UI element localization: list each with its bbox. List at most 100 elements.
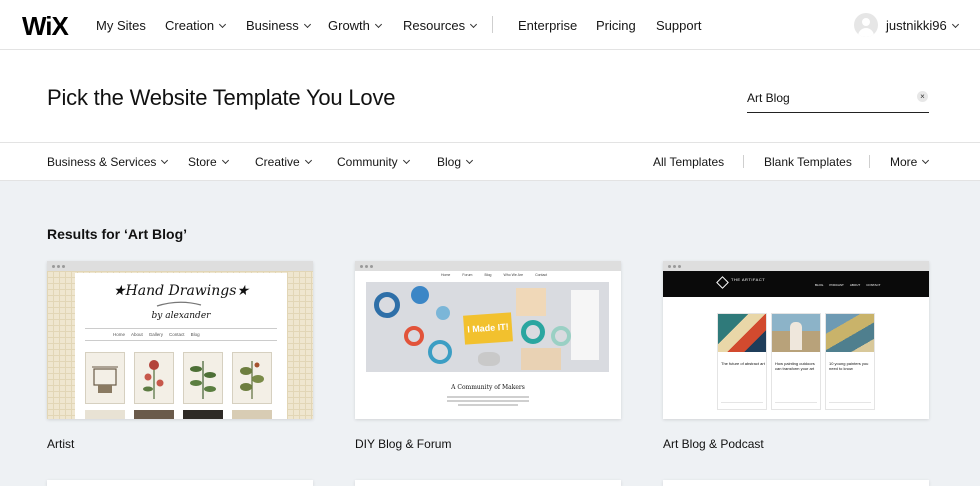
artwork-thumb: [134, 410, 174, 419]
post-title: How painting outdoors can transform your…: [775, 361, 815, 371]
paper-icon: [516, 288, 546, 316]
template-card-artist[interactable]: ★Hand Drawings★ by alexander Home About Ga…: [47, 261, 313, 451]
artwork-thumb: [134, 352, 174, 404]
button-icon: [411, 286, 429, 304]
results-heading: Results for ‘Art Blog’: [47, 226, 188, 242]
wix-logo[interactable]: WiX: [22, 11, 69, 42]
artwork-thumb: [232, 352, 272, 404]
painter-photo-image: [772, 314, 820, 352]
user-avatar-icon[interactable]: [854, 13, 878, 37]
browser-bar: [47, 261, 313, 271]
artwork-thumb: [85, 410, 125, 419]
text-line: [458, 404, 518, 406]
category-creative[interactable]: Creative: [255, 155, 312, 169]
chevron-down-icon: [922, 156, 930, 165]
category-business-services[interactable]: Business & Services: [47, 155, 169, 169]
divider: [85, 340, 277, 341]
blog-post-card: How painting outdoors can transform your…: [771, 313, 821, 410]
tape-roll-icon: [404, 326, 424, 346]
person-icon: [790, 322, 802, 350]
button-icon: [478, 352, 500, 366]
chevron-down-icon: [374, 20, 382, 29]
template-card-diy-blog-forum[interactable]: Home Forum Blog Who We Are Contact I Made IT…: [355, 261, 621, 451]
template-search: ×: [747, 86, 929, 113]
chevron-down-icon: [221, 156, 229, 165]
template-thumbnail[interactable]: [47, 480, 313, 486]
artwork-thumb: [85, 352, 125, 404]
preview-menu: BLOG PODCAST ABOUT CONTACT: [815, 283, 881, 287]
pen-illustration-icon: [156, 301, 202, 307]
search-input[interactable]: [747, 86, 907, 110]
nav-growth[interactable]: Growth: [328, 18, 382, 33]
button-icon: [436, 306, 450, 320]
preview-subtitle: by alexander: [151, 311, 211, 321]
template-thumbnail[interactable]: THE ARTIFACT BLOG PODCAST ABOUT CONTACT The…: [663, 261, 929, 419]
crafts-hero-image: I Made IT!: [366, 282, 609, 372]
browser-bar: [663, 261, 929, 271]
tape-roll-icon: [374, 292, 400, 318]
chevron-down-icon: [951, 20, 959, 29]
nav-enterprise[interactable]: Enterprise: [518, 18, 577, 33]
template-name[interactable]: Art Blog & Podcast: [663, 437, 764, 451]
clear-search-icon[interactable]: ×: [917, 91, 928, 102]
category-blog[interactable]: Blog: [437, 155, 474, 169]
preview-header: [663, 271, 929, 297]
leaf-drawing-icon: [240, 361, 264, 399]
account-menu[interactable]: justnikki96: [886, 18, 959, 33]
machine-drawing-icon: [92, 366, 118, 393]
plant-drawing-icon: [190, 361, 216, 399]
post-meta: [721, 402, 763, 403]
top-navigation: WiX My Sites Creation Business Growth Re…: [0, 0, 980, 50]
more-menu[interactable]: More: [890, 155, 930, 169]
nav-divider: [492, 16, 493, 33]
chevron-down-icon: [219, 20, 227, 29]
nav-my-sites[interactable]: My Sites: [96, 18, 146, 33]
post-meta: [829, 402, 871, 403]
artwork-thumb: [183, 410, 223, 419]
blank-templates-link[interactable]: Blank Templates: [764, 155, 852, 169]
template-thumbnail[interactable]: [663, 480, 929, 486]
chevron-down-icon: [465, 156, 474, 165]
page-header: Pick the Website Template You Love ×: [0, 50, 980, 143]
post-title: The future of abstract art: [721, 361, 765, 366]
nav-business[interactable]: Business: [246, 18, 311, 33]
blog-post-card: The future of abstract art: [717, 313, 767, 410]
chevron-down-icon: [303, 20, 311, 29]
blog-post-card: 10 young painters you need to know: [825, 313, 875, 410]
template-thumbnail[interactable]: Home Forum Blog Who We Are Contact I Made IT…: [355, 261, 621, 419]
text-line: [447, 400, 529, 402]
all-templates-link[interactable]: All Templates: [653, 155, 724, 169]
preview-menu: Home Forum Blog Who We Are Contact: [441, 273, 548, 277]
template-name[interactable]: Artist: [47, 437, 74, 451]
post-title: 10 young painters you need to know: [829, 361, 869, 371]
paper-strip-icon: [571, 290, 599, 360]
paper-icon: [521, 348, 561, 370]
text-line: [447, 396, 529, 398]
chevron-down-icon: [304, 156, 312, 165]
artwork-thumb: [183, 352, 223, 404]
post-meta: [775, 402, 817, 403]
category-divider: [869, 155, 870, 168]
template-thumbnail[interactable]: ★Hand Drawings★ by alexander Home About Ga…: [47, 261, 313, 419]
chevron-down-icon: [161, 156, 169, 165]
artwork-thumb: [232, 410, 272, 419]
painting-image: [826, 314, 874, 352]
nav-resources[interactable]: Resources: [403, 18, 478, 33]
template-thumbnail[interactable]: [355, 480, 621, 486]
tape-roll-icon: [521, 320, 545, 344]
nav-support[interactable]: Support: [656, 18, 702, 33]
browser-bar: [355, 261, 621, 271]
preview-caption: A Community of Makers: [451, 384, 525, 391]
category-store[interactable]: Store: [188, 155, 229, 169]
flower-drawing-icon: [143, 360, 164, 399]
preview-page: ★Hand Drawings★ by alexander Home About Ga…: [75, 273, 287, 419]
category-community[interactable]: Community: [337, 155, 410, 169]
preview-brand: THE ARTIFACT: [731, 277, 766, 282]
nav-creation[interactable]: Creation: [165, 18, 227, 33]
nav-pricing[interactable]: Pricing: [596, 18, 636, 33]
template-card-art-blog-podcast[interactable]: THE ARTIFACT BLOG PODCAST ABOUT CONTACT The…: [663, 261, 929, 451]
divider: [85, 328, 277, 329]
i-made-it-tag: I Made IT!: [463, 312, 513, 345]
page-title: Pick the Website Template You Love: [47, 85, 396, 110]
template-name[interactable]: DIY Blog & Forum: [355, 437, 451, 451]
